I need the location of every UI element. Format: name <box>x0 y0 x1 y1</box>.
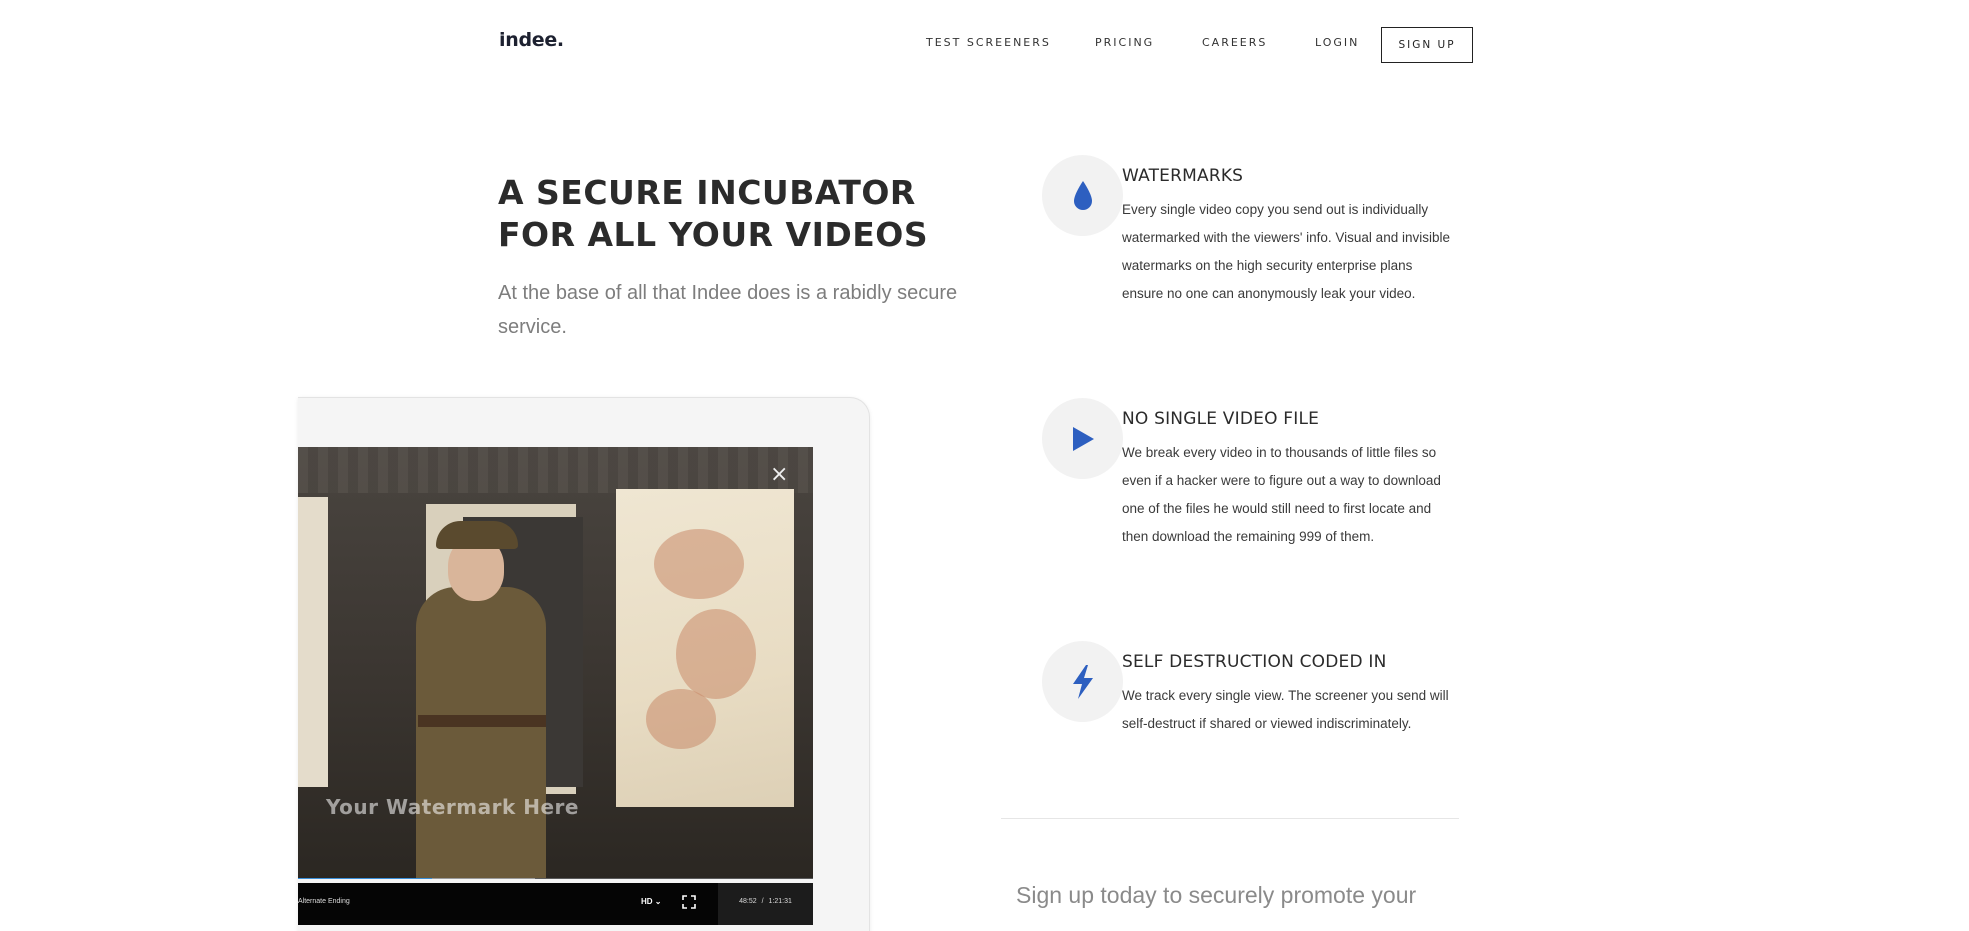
fullscreen-icon[interactable] <box>682 895 696 909</box>
play-icon <box>1072 426 1094 451</box>
map-region <box>676 609 756 699</box>
hero-subtitle: At the base of all that Indee does is a … <box>498 282 958 338</box>
ceiling-beams <box>298 447 813 493</box>
time-separator: / <box>761 898 764 905</box>
nav-pricing[interactable]: PRICING <box>1095 36 1154 49</box>
officer-belt <box>418 715 546 727</box>
duration: 1:21:31 <box>768 898 792 905</box>
quality-select[interactable]: HD ⌄ <box>641 897 662 906</box>
officer-cap <box>436 521 518 549</box>
time-display: 48:52 / 1:21:31 <box>718 883 813 925</box>
hero-title-line-2: FOR ALL YOUR VIDEOS <box>498 215 929 254</box>
wall-chart-left <box>298 497 328 787</box>
feature-icon-circle <box>1042 398 1123 479</box>
progress-fill <box>298 878 432 879</box>
quality-label: HD <box>641 897 653 906</box>
video-title: Alternate Ending <box>298 898 350 905</box>
nav-test-screeners[interactable]: TEST SCREENERS <box>926 36 1051 49</box>
nav-login[interactable]: LOGIN <box>1315 36 1359 49</box>
map-region <box>654 529 744 599</box>
feature-icon-circle <box>1042 641 1123 722</box>
current-time: 48:52 <box>739 898 757 905</box>
close-icon[interactable]: × <box>770 464 788 486</box>
progress-bar[interactable] <box>298 878 813 879</box>
feature-body-watermarks: Every single video copy you send out is … <box>1122 202 1450 301</box>
droplet-icon <box>1073 180 1092 210</box>
map-region <box>646 689 716 749</box>
video-controls: Alternate Ending HD ⌄ 48:52 / 1:21:31 <box>298 883 813 925</box>
lightning-icon <box>1072 664 1093 699</box>
feature-body-self-destruction: We track every single view. The screener… <box>1122 688 1449 731</box>
feature-title-no-single-file: NO SINGLE VIDEO FILE <box>1122 409 1320 429</box>
section-divider <box>1001 818 1459 819</box>
video-frame[interactable]: Your Watermark Here × <box>298 447 813 879</box>
video-watermark: Your Watermark Here <box>326 795 579 819</box>
hero-title: A SECURE INCUBATOR FOR ALL YOUR VIDEOS <box>498 172 978 256</box>
feature-body-no-single-file: We break every video in to thousands of … <box>1122 445 1441 544</box>
feature-title-watermarks: WATERMARKS <box>1122 166 1244 186</box>
wall-map <box>616 489 794 807</box>
feature-icon-circle <box>1042 155 1123 236</box>
feature-title-self-destruction: SELF DESTRUCTION CODED IN <box>1122 652 1387 672</box>
cta-text: Sign up today to securely promote your <box>1016 882 1417 908</box>
chevron-down-icon: ⌄ <box>654 897 662 906</box>
nav-careers[interactable]: CAREERS <box>1202 36 1267 49</box>
hero-title-line-1: A SECURE INCUBATOR <box>498 173 916 212</box>
officer-figure <box>416 587 546 879</box>
signup-button[interactable]: SIGN UP <box>1381 27 1473 63</box>
logo[interactable]: indee. <box>499 29 564 51</box>
